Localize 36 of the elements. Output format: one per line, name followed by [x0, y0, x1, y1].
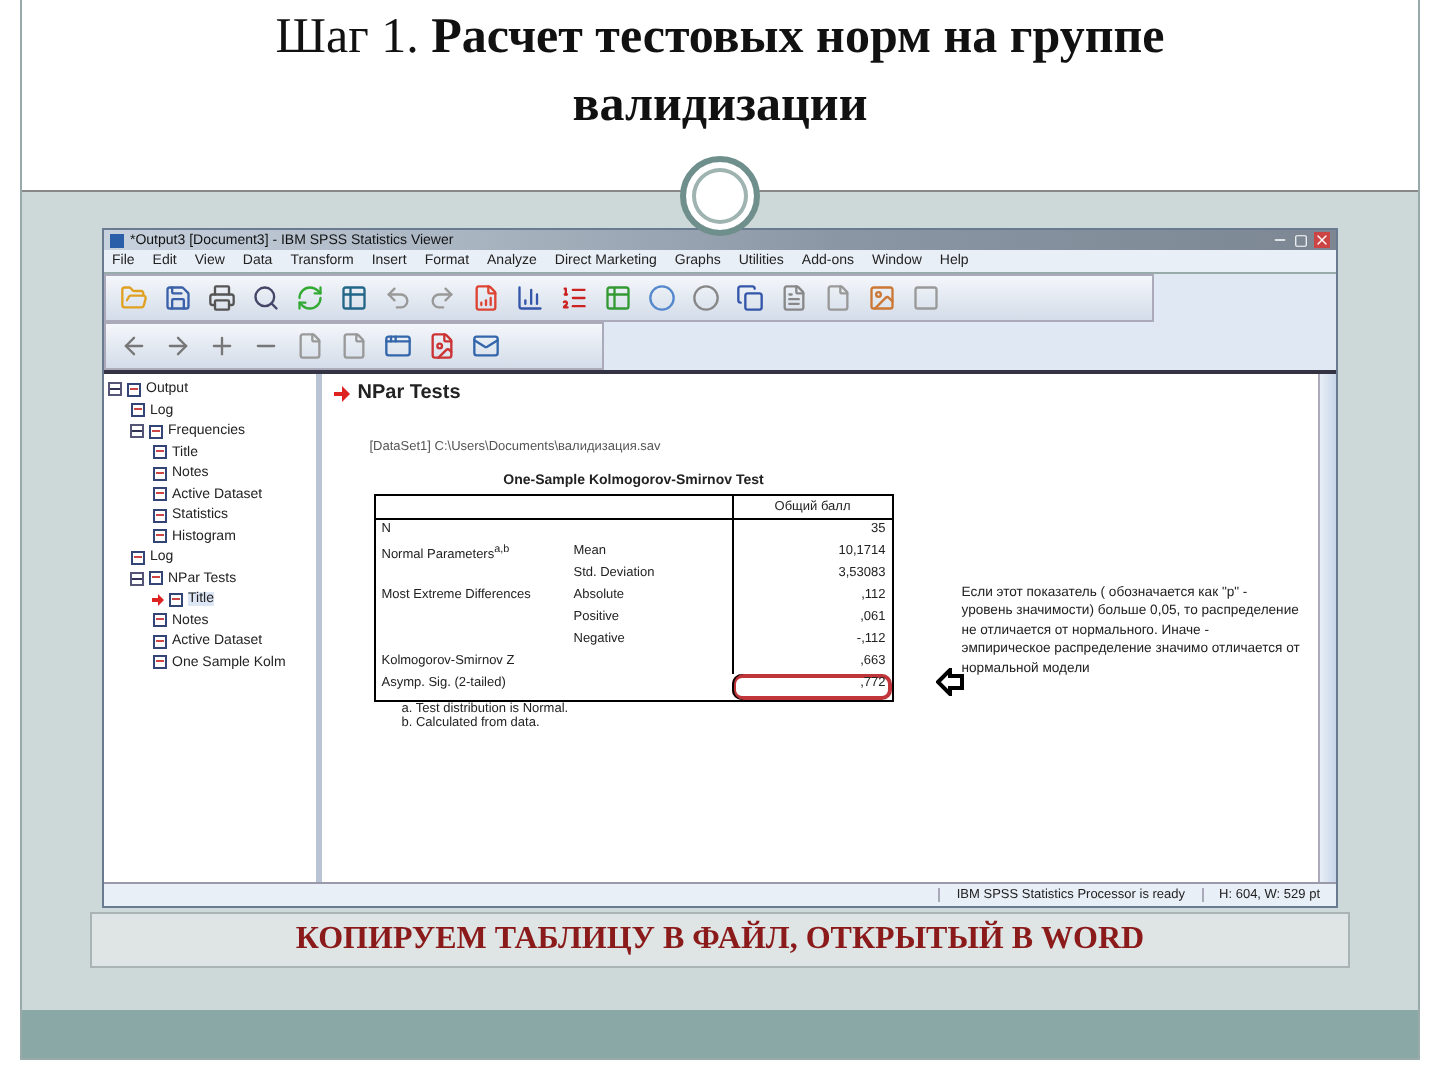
arrow-icon	[333, 385, 350, 401]
slide-title: валидизации	[572, 76, 868, 136]
close-icon[interactable]	[1314, 232, 1330, 248]
folder-icon[interactable]	[120, 284, 148, 312]
circle-ornament	[680, 156, 760, 236]
arrow-left-icon	[935, 668, 964, 696]
arrow-icon	[152, 593, 164, 606]
refresh-icon[interactable]	[296, 284, 324, 312]
copy-icon[interactable]	[736, 284, 764, 312]
magnifier-icon[interactable]	[252, 284, 280, 312]
save-icon[interactable]	[164, 284, 192, 312]
slide-title: Шаг 1. Расчет тестовых норм на группе	[275, 8, 1165, 68]
plus-icon[interactable]	[208, 332, 236, 360]
printer-icon[interactable]	[208, 284, 236, 312]
table-icon[interactable]	[340, 284, 368, 312]
list-icon[interactable]	[560, 284, 588, 312]
scrollbar[interactable]	[1317, 374, 1336, 882]
circle-icon[interactable]	[692, 284, 720, 312]
collapse-toggle[interactable]	[108, 382, 122, 397]
bar-chart-icon[interactable]	[516, 284, 544, 312]
undo-icon[interactable]	[384, 284, 412, 312]
image-file-icon[interactable]	[428, 332, 456, 360]
circle-icon[interactable]	[648, 284, 676, 312]
maximize-icon[interactable]	[1294, 233, 1308, 247]
square-icon[interactable]	[912, 284, 940, 312]
app-icon	[110, 233, 124, 247]
window-icon[interactable]	[384, 332, 412, 360]
mail-icon[interactable]	[472, 332, 500, 360]
redo-icon[interactable]	[428, 284, 456, 312]
section-heading: NPar Tests	[357, 382, 461, 404]
slide-caption: КОПИРУЕМ ТАБЛИЦУ В ФАЙЛ, ОТКРЫТЫЙ В WORD	[90, 912, 1350, 968]
collapse-toggle[interactable]	[130, 424, 144, 439]
table-icon[interactable]	[604, 284, 632, 312]
collapse-toggle[interactable]	[130, 571, 144, 586]
image-icon[interactable]	[868, 284, 896, 312]
chart-file-icon[interactable]	[472, 284, 500, 312]
